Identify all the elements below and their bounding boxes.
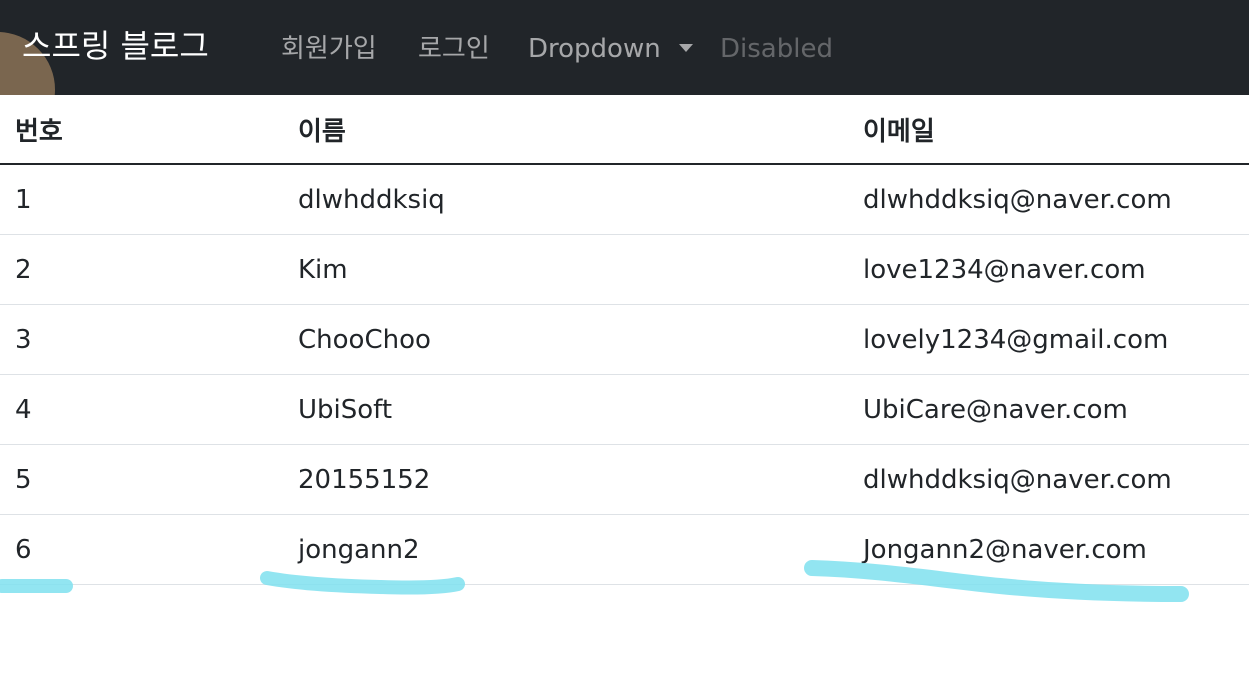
user-table: 번호 이름 이메일 1 dlwhddksiq dlwhddksiq@naver.… xyxy=(0,95,1249,585)
table-row: 3 ChooChoo lovely1234@gmail.com xyxy=(0,304,1249,375)
cell-email: dlwhddksiq@naver.com xyxy=(848,444,1249,515)
cell-name: dlwhddksiq xyxy=(283,164,848,235)
chevron-down-icon xyxy=(678,44,693,52)
table-header-row: 번호 이름 이메일 xyxy=(0,95,1249,165)
cell-name: ChooChoo xyxy=(283,304,848,375)
cell-name: jongann2 xyxy=(283,514,848,585)
table-row: 6 jongann2 Jongann2@naver.com xyxy=(0,514,1249,585)
cell-number: 5 xyxy=(0,444,283,515)
cell-number: 4 xyxy=(0,374,283,445)
cell-email: Jongann2@naver.com xyxy=(848,514,1249,585)
cell-email: dlwhddksiq@naver.com xyxy=(848,164,1249,235)
dropdown-label: Dropdown xyxy=(528,34,661,64)
navbar: 스프링 블로그 회원가입 로그인 Dropdown Disabled xyxy=(0,0,1249,95)
table-row: 5 20155152 dlwhddksiq@naver.com xyxy=(0,444,1249,515)
header-email: 이메일 xyxy=(848,95,1249,165)
cell-number: 1 xyxy=(0,164,283,235)
cell-email: UbiCare@naver.com xyxy=(848,374,1249,445)
cell-number: 3 xyxy=(0,304,283,375)
table-row: 1 dlwhddksiq dlwhddksiq@naver.com xyxy=(0,164,1249,235)
table-row: 2 Kim love1234@naver.com xyxy=(0,234,1249,305)
cell-number: 6 xyxy=(0,514,283,585)
nav-dropdown-toggle[interactable]: Dropdown xyxy=(528,30,693,68)
cell-name: UbiSoft xyxy=(283,374,848,445)
nav-signup-link[interactable]: 회원가입 xyxy=(281,30,377,68)
cell-name: Kim xyxy=(283,234,848,305)
table-row: 4 UbiSoft UbiCare@naver.com xyxy=(0,374,1249,445)
header-name: 이름 xyxy=(283,95,848,165)
cell-email: love1234@naver.com xyxy=(848,234,1249,305)
cell-name: 20155152 xyxy=(283,444,848,515)
header-number: 번호 xyxy=(0,95,283,165)
nav-disabled-link: Disabled xyxy=(720,34,833,64)
nav-login-link[interactable]: 로그인 xyxy=(418,30,490,68)
cell-email: lovely1234@gmail.com xyxy=(848,304,1249,375)
brand-link[interactable]: 스프링 블로그 xyxy=(22,25,209,67)
cell-number: 2 xyxy=(0,234,283,305)
